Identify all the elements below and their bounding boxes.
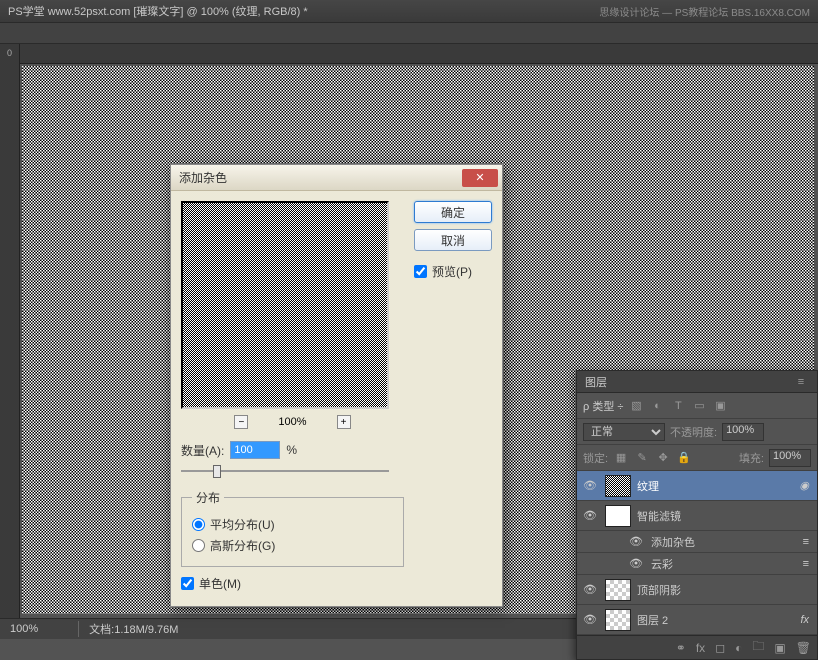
options-bar [0,22,818,44]
opacity-value[interactable]: 100% [722,423,764,441]
visibility-icon[interactable]: 👁 [581,613,599,626]
dialog-titlebar[interactable]: 添加杂色 ✕ [171,165,502,191]
ruler-horizontal [20,44,818,64]
fill-value[interactable]: 100% [769,449,811,467]
watermark-text: 思缘设计论坛 — PS教程论坛 BBS.16XX8.COM [599,4,810,19]
panel-menu-icon[interactable]: ≡ [793,374,809,390]
preview-checkbox[interactable]: 预览(P) [414,263,492,280]
cancel-button[interactable]: 取消 [414,229,492,251]
fill-label: 填充: [739,450,764,466]
amount-label: 数量(A): [181,442,224,459]
lock-all-icon[interactable]: 🔒 [676,450,692,466]
filter-smart-icon[interactable]: ▣ [712,398,728,414]
filter-adjust-icon[interactable]: ◐ [649,398,665,414]
amount-input[interactable] [230,441,280,459]
lock-trans-icon[interactable]: ▦ [613,450,629,466]
ruler-vertical: 0 [0,44,20,618]
layers-panel: 图层 ≡ ρ 类型 ÷ ▧ ◐ T ▭ ▣ 正常 不透明度: 100% 锁定: … [576,370,818,660]
workspace: 0 添加杂色 ✕ − 100% + 数量(A): % [0,44,818,618]
amount-slider[interactable] [181,463,389,479]
visibility-icon[interactable]: 👁 [581,509,599,522]
distribution-group: 分布 平均分布(U) 高斯分布(G) [181,489,404,567]
layer-thumbnail[interactable] [605,579,631,601]
zoom-out-button[interactable]: − [234,415,248,429]
fx-icon[interactable]: fx [800,614,813,626]
filter-row[interactable]: 👁 云彩 ≡ [577,553,817,575]
smart-object-icon: ◉ [799,479,813,492]
layer-thumbnail[interactable] [605,609,631,631]
distribution-legend: 分布 [192,489,224,506]
link-layers-icon[interactable]: ⚭ [676,641,686,655]
zoom-level: 100% [278,416,306,428]
group-icon[interactable]: 🗀 [752,637,764,658]
filter-shape-icon[interactable]: ▭ [691,398,707,414]
layer-list: 👁 纹理 ◉ 👁 智能滤镜 👁 添加杂色 ≡ 👁 云彩 ≡ 👁 [577,471,817,635]
edit-filter-icon[interactable]: ≡ [803,536,813,548]
visibility-icon[interactable]: 👁 [581,479,599,492]
layer-thumbnail[interactable] [605,505,631,527]
uniform-radio[interactable]: 平均分布(U) [192,516,393,533]
layer-thumbnail[interactable] [605,475,631,497]
layer-row[interactable]: 👁 智能滤镜 [577,501,817,531]
visibility-icon[interactable]: 👁 [581,583,599,596]
fx-add-icon[interactable]: fx [696,641,705,655]
edit-filter-icon[interactable]: ≡ [803,558,813,570]
lock-paint-icon[interactable]: ✎ [634,450,650,466]
monochrome-checkbox[interactable]: 单色(M) [181,575,404,592]
filter-pixel-icon[interactable]: ▧ [628,398,644,414]
layers-tab[interactable]: 图层 ≡ [577,371,817,393]
document-title: PS学堂 www.52psxt.com [璀璨文字] @ 100% (纹理, R… [8,3,308,19]
add-noise-dialog: 添加杂色 ✕ − 100% + 数量(A): % [170,164,503,607]
doc-size-status[interactable]: 文档:1.18M/9.76M [78,621,178,637]
visibility-icon[interactable]: 👁 [627,557,645,570]
filter-kind[interactable]: ρ 类型 ÷ [583,398,623,414]
lock-label: 锁定: [583,450,608,466]
zoom-in-button[interactable]: + [337,415,351,429]
preview-thumbnail[interactable] [181,201,389,409]
dialog-title: 添加杂色 [179,169,462,186]
delete-icon[interactable]: 🗑 [796,641,811,655]
filter-row[interactable]: 👁 添加杂色 ≡ [577,531,817,553]
adjustment-icon[interactable]: ◐ [735,641,742,655]
opacity-label: 不透明度: [670,424,717,440]
visibility-icon[interactable]: 👁 [627,535,645,548]
new-layer-icon[interactable]: ▣ [774,641,785,655]
gaussian-radio[interactable]: 高斯分布(G) [192,537,393,554]
filter-type-icon[interactable]: T [670,398,686,414]
layer-row[interactable]: 👁 顶部阴影 [577,575,817,605]
lock-move-icon[interactable]: ✥ [655,450,671,466]
title-bar: PS学堂 www.52psxt.com [璀璨文字] @ 100% (纹理, R… [0,0,818,22]
zoom-status[interactable]: 100% [10,623,38,635]
layer-row[interactable]: 👁 纹理 ◉ [577,471,817,501]
blend-mode-select[interactable]: 正常 [583,423,665,441]
amount-unit: % [286,443,297,457]
layer-row[interactable]: 👁 图层 2 fx [577,605,817,635]
mask-icon[interactable]: ◻ [715,641,725,655]
close-button[interactable]: ✕ [462,169,498,187]
ok-button[interactable]: 确定 [414,201,492,223]
